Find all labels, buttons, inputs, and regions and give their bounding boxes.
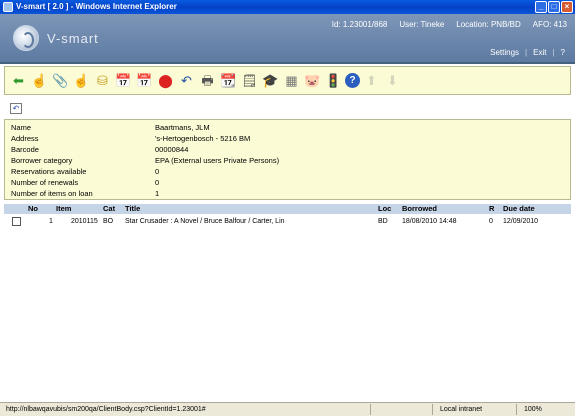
info-label: Reservations available xyxy=(11,167,87,176)
col-item: Item xyxy=(56,204,72,213)
action-toolbar: ⬅ ☝ 📎 ☝ ⛁ 📅 📅 ⬤ ↶ 🖶 📆 🗒 🎓 ▦ 🐷 🚦? ⬆ ⬇ xyxy=(4,66,571,95)
close-button[interactable]: × xyxy=(561,1,573,13)
info-value: Baartmans, JLM xyxy=(155,123,210,132)
cell-borrowed: 18/08/2010 14:48 xyxy=(402,218,457,225)
vsmart-logo-icon xyxy=(13,25,39,51)
exit-link[interactable]: Exit xyxy=(533,48,546,57)
info-value: 's-Hertogenbosch - 5216 BM xyxy=(155,134,251,143)
loans-table: No Item Cat Title Loc Borrowed R Due dat… xyxy=(4,204,571,229)
col-loc: Loc xyxy=(378,204,392,213)
info-value: 0 xyxy=(155,167,160,176)
info-value: 0 xyxy=(155,178,160,187)
session-location: Location: PNB/BD xyxy=(456,20,521,29)
back-arrow-icon[interactable]: ⬅ xyxy=(9,71,28,90)
info-value: 1 xyxy=(155,189,160,198)
cell-cat: BO xyxy=(103,218,114,225)
minimize-button[interactable]: _ xyxy=(535,1,547,13)
info-row-barcode: Barcode 00000844 xyxy=(5,145,570,155)
calendar-edit-icon[interactable]: 📆 xyxy=(219,71,238,90)
cell-title: Star Crusader : A Novel / Bruce Balfour … xyxy=(125,218,285,225)
cell-item: 2010115 xyxy=(71,218,98,225)
col-due-date: Due date xyxy=(503,204,535,213)
cell-no: 1 xyxy=(49,218,53,225)
app-header: V-smart Id: 1.23001/868 User: Tineke Loc… xyxy=(0,14,575,64)
calendar-31-icon[interactable]: 📅 xyxy=(114,71,133,90)
session-user: User: Tineke xyxy=(399,20,445,29)
grid-icon[interactable]: ▦ xyxy=(282,71,301,90)
info-row-category: Borrower category EPA (External users Pr… xyxy=(5,156,570,166)
cell-r: 0 xyxy=(489,218,493,225)
list-search-icon[interactable]: 🗒 xyxy=(240,71,259,90)
status-divider xyxy=(370,404,371,415)
hand-pointer-icon[interactable]: ☝ xyxy=(30,71,49,90)
row-checkbox[interactable] xyxy=(12,217,21,226)
up-arrow-icon: ⬆ xyxy=(366,73,377,88)
undo-arrow-icon[interactable]: ↶ xyxy=(177,71,196,90)
ie-app-icon xyxy=(3,2,13,12)
graduation-cap-icon[interactable]: 🎓 xyxy=(261,71,280,90)
window-title-bar: V-smart [ 2.0 ] - Windows Internet Explo… xyxy=(0,0,575,14)
undo-small-button[interactable]: ↶ xyxy=(10,103,22,114)
info-label: Name xyxy=(11,123,32,132)
paperclip-icon[interactable]: 📎 xyxy=(51,71,70,90)
status-divider xyxy=(432,404,433,415)
coins-icon[interactable]: ⛁ xyxy=(93,71,112,90)
piggy-bank-icon[interactable]: 🐷 xyxy=(303,71,322,90)
status-divider xyxy=(516,404,517,415)
table-row[interactable]: 1 2010115 BO Star Crusader : A Novel / B… xyxy=(4,215,571,228)
info-value: 00000844 xyxy=(155,145,189,154)
window-controls: _ □ × xyxy=(535,1,573,13)
info-row-items-on-loan: Number of items on loan 1 xyxy=(5,189,570,199)
info-label: Number of items on loan xyxy=(11,189,93,198)
table-header: No Item Cat Title Loc Borrowed R Due dat… xyxy=(4,204,571,214)
info-value: EPA (External users Private Persons) xyxy=(155,156,280,165)
link-separator: | xyxy=(552,48,555,57)
borrower-info-panel: Name Baartmans, JLM Address 's-Hertogenb… xyxy=(4,119,571,200)
session-id: Id: 1.23001/868 xyxy=(331,20,388,29)
info-row-renewals: Number of renewals 0 xyxy=(5,178,570,188)
col-cat: Cat xyxy=(103,204,116,213)
info-label: Barcode xyxy=(11,145,39,154)
link-separator: | xyxy=(525,48,528,57)
zoom-level[interactable]: 100% xyxy=(524,403,542,416)
info-label: Borrower category xyxy=(11,156,73,165)
security-zone: Local intranet xyxy=(440,406,483,413)
info-label: Address xyxy=(11,134,39,143)
down-arrow-icon: ⬇ xyxy=(387,73,398,88)
col-borrowed: Borrowed xyxy=(402,204,438,213)
hand-select-icon[interactable]: ☝ xyxy=(72,71,91,90)
col-no: No xyxy=(28,204,38,213)
col-title: Title xyxy=(125,204,141,213)
calendar-31-plus-icon[interactable]: 📅 xyxy=(135,71,154,90)
maximize-button[interactable]: □ xyxy=(548,1,560,13)
stop-icon[interactable]: ⬤ xyxy=(156,71,175,90)
window-title: V-smart [ 2.0 ] - Windows Internet Explo… xyxy=(16,2,177,11)
col-r: R xyxy=(489,204,495,213)
info-row-name: Name Baartmans, JLM xyxy=(5,123,570,133)
settings-link[interactable]: Settings xyxy=(490,48,519,57)
help-link[interactable]: ? xyxy=(561,48,565,57)
header-links: Settings | Exit | ? xyxy=(490,48,565,57)
cell-due-date: 12/09/2010 xyxy=(503,218,539,225)
help-icon[interactable]: ? xyxy=(345,73,360,88)
info-row-address: Address 's-Hertogenbosch - 5216 BM xyxy=(5,134,570,144)
traffic-light-icon[interactable]: 🚦 xyxy=(324,71,343,90)
status-bar: http://nlbawqavubis/sm200qa/ClientBody.c… xyxy=(0,402,575,416)
printer-icon[interactable]: 🖶 xyxy=(198,71,217,90)
session-afo: AFO: 413 xyxy=(532,20,567,29)
session-info: Id: 1.23001/868 User: Tineke Location: P… xyxy=(332,20,567,29)
brand-name: V-smart xyxy=(47,31,99,46)
info-row-reservations: Reservations available 0 xyxy=(5,167,570,177)
status-url: http://nlbawqavubis/sm200qa/ClientBody.c… xyxy=(6,406,206,413)
info-label: Number of renewals xyxy=(11,178,79,187)
cell-loc: BD xyxy=(378,218,388,225)
